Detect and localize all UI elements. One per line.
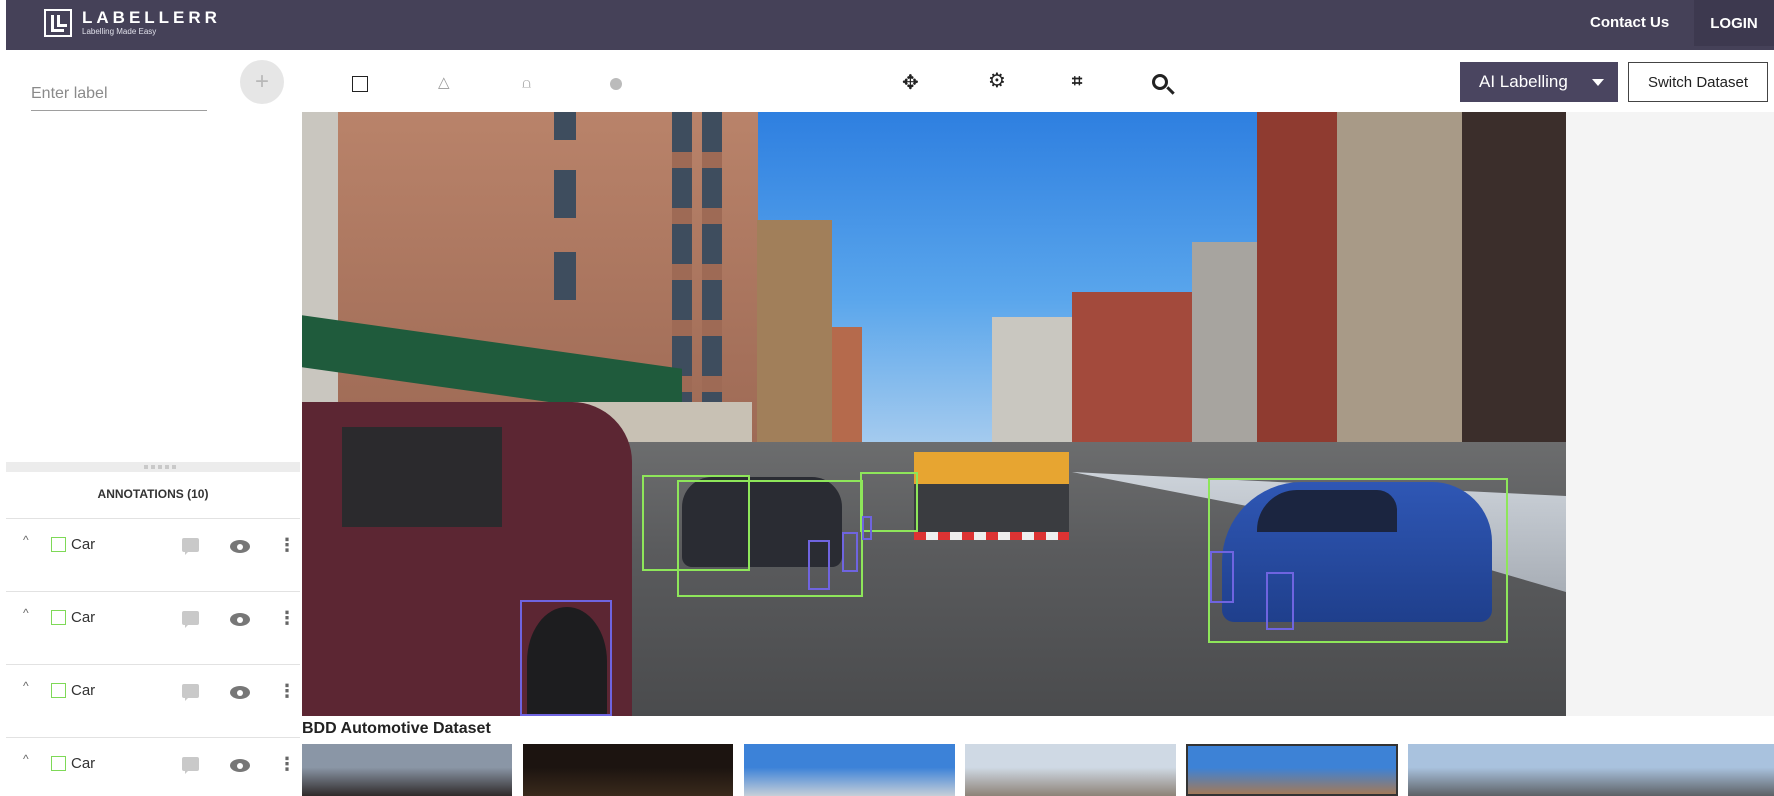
contact-us-link[interactable]: Contact Us <box>1590 14 1669 31</box>
person-bounding-box[interactable] <box>842 532 858 572</box>
comment-icon[interactable] <box>182 611 199 628</box>
label-color-swatch <box>51 537 66 552</box>
annotation-row[interactable]: ^ Car ⋮ <box>6 591 300 664</box>
eye-icon[interactable] <box>230 613 250 626</box>
person-bounding-box[interactable] <box>1266 572 1294 630</box>
chevron-up-icon[interactable]: ^ <box>23 752 29 766</box>
brand-name: LABELLERR <box>82 8 221 27</box>
chevron-up-icon[interactable]: ^ <box>23 606 29 620</box>
annotation-row[interactable]: ^ Car ⋮ <box>6 518 300 591</box>
logo-icon <box>44 9 72 37</box>
brand-tagline: Labelling Made Easy <box>82 27 157 36</box>
label-color-swatch <box>51 756 66 771</box>
labellerr-logo[interactable]: LABELLERR Labelling Made Easy <box>44 9 221 37</box>
more-vert-icon[interactable]: ⋮ <box>278 607 296 629</box>
switch-dataset-button[interactable]: Switch Dataset <box>1628 62 1768 102</box>
ai-labelling-label: AI Labelling <box>1479 72 1568 91</box>
annotation-label: Car <box>71 536 96 553</box>
car-bounding-box[interactable] <box>677 480 863 597</box>
annotation-label: Car <box>71 755 96 772</box>
settings-icon[interactable]: ⚙ <box>988 71 1006 91</box>
person-bounding-box[interactable] <box>862 516 872 540</box>
eye-icon[interactable] <box>230 540 250 553</box>
polyline-tool-icon[interactable]: ⩍ <box>522 73 531 93</box>
dataset-thumbnail[interactable] <box>965 744 1176 796</box>
login-button[interactable]: LOGIN <box>1694 0 1774 46</box>
canvas-side-area <box>1566 112 1774 716</box>
person-bounding-box[interactable] <box>1210 551 1234 603</box>
car-bounding-box[interactable] <box>1208 478 1508 643</box>
dataset-thumbnail-selected[interactable] <box>1186 744 1398 796</box>
crop-icon[interactable]: ⌗ <box>1072 71 1082 91</box>
more-vert-icon[interactable]: ⋮ <box>278 680 296 702</box>
annotation-row[interactable]: ^ Car ⋮ <box>6 737 300 796</box>
dataset-thumbnail[interactable] <box>523 744 733 796</box>
comment-icon[interactable] <box>182 684 199 701</box>
annotation-row[interactable]: ^ Car ⋮ <box>6 664 300 737</box>
ai-labelling-dropdown[interactable]: AI Labelling <box>1460 62 1618 102</box>
person-bounding-box[interactable] <box>808 540 830 590</box>
polygon-tool-icon[interactable]: △ <box>438 73 450 93</box>
person-bounding-box[interactable] <box>520 600 612 716</box>
comment-icon[interactable] <box>182 757 199 774</box>
more-vert-icon[interactable]: ⋮ <box>278 534 296 556</box>
annotations-heading: ANNOTATIONS (10) <box>97 487 209 501</box>
dataset-thumbnail[interactable] <box>744 744 955 796</box>
comment-icon[interactable] <box>182 538 199 555</box>
eye-icon[interactable] <box>230 759 250 772</box>
drag-grip-icon <box>144 465 178 469</box>
annotation-canvas-image[interactable] <box>302 112 1566 716</box>
chevron-up-icon[interactable]: ^ <box>23 533 29 547</box>
dataset-title: BDD Automotive Dataset <box>302 720 491 737</box>
zoom-in-icon[interactable] <box>1152 74 1168 90</box>
dataset-thumbnail[interactable] <box>302 744 512 796</box>
label-input[interactable] <box>31 78 207 111</box>
point-tool-icon[interactable] <box>610 78 622 90</box>
rectangle-tool-icon[interactable] <box>352 76 368 92</box>
label-color-swatch <box>51 610 66 625</box>
top-navigation-bar: LABELLERR Labelling Made Easy Contact Us… <box>6 0 1774 50</box>
more-vert-icon[interactable]: ⋮ <box>278 753 296 775</box>
chevron-up-icon[interactable]: ^ <box>23 679 29 693</box>
caret-down-icon <box>1592 79 1604 86</box>
move-icon[interactable]: ✥ <box>902 73 919 93</box>
eye-icon[interactable] <box>230 686 250 699</box>
annotation-label: Car <box>71 609 96 626</box>
annotation-label: Car <box>71 682 96 699</box>
dataset-thumbnail[interactable] <box>1408 744 1774 796</box>
panel-resize-handle[interactable] <box>6 462 300 472</box>
add-label-button[interactable]: + <box>240 60 284 104</box>
label-color-swatch <box>51 683 66 698</box>
